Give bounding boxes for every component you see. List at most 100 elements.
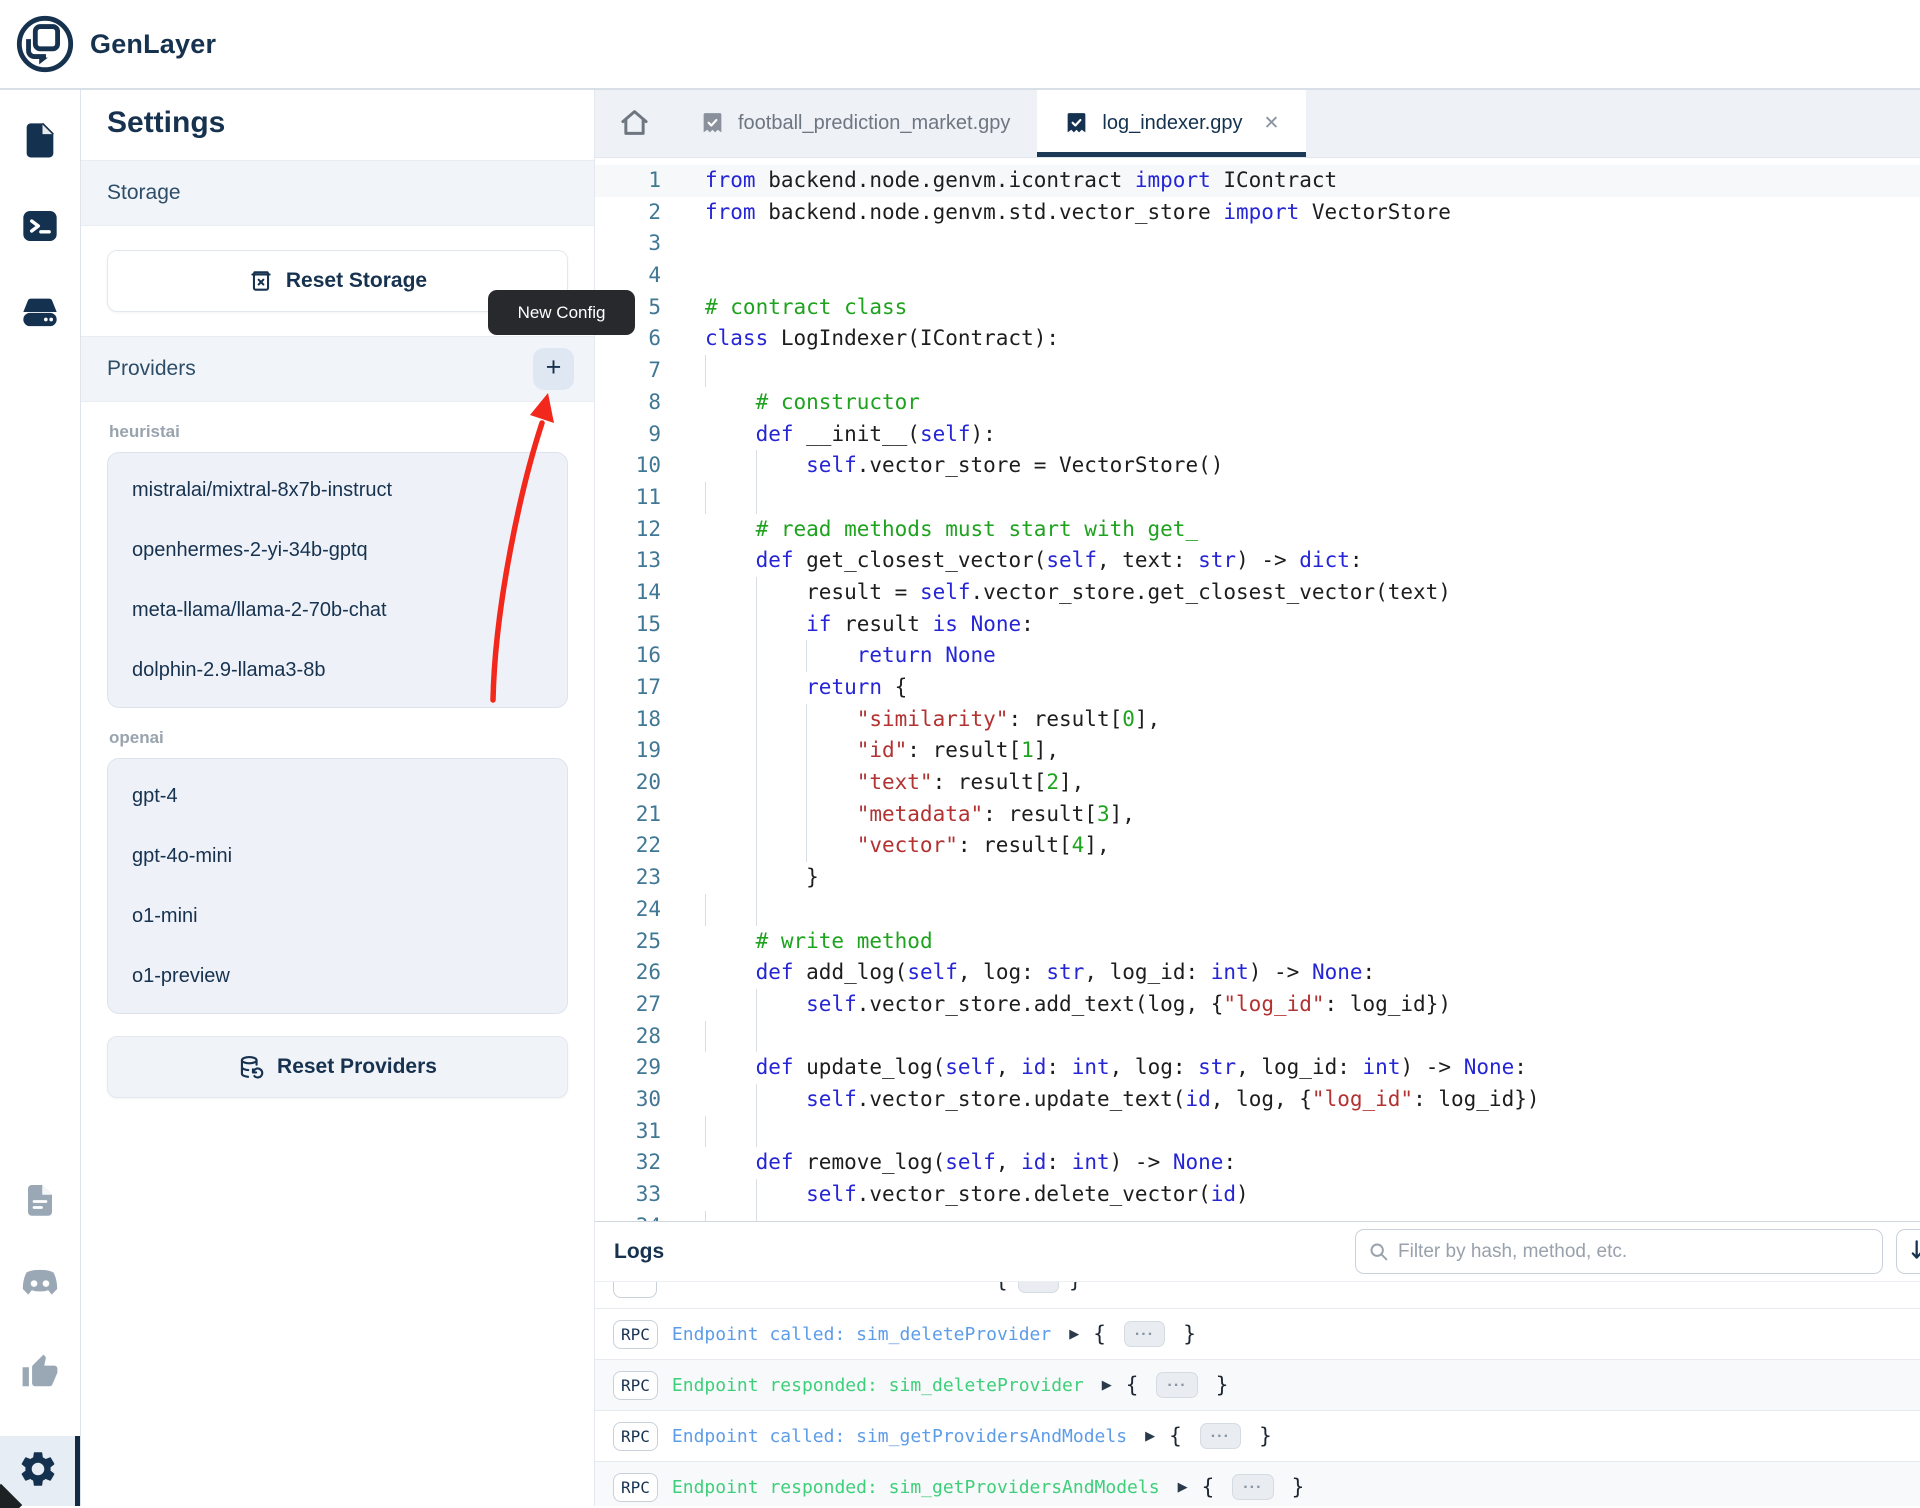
code-line-text: "metadata": result[3], <box>705 799 1135 831</box>
code-line: 3 <box>595 228 1920 260</box>
code-line-text: "text": result[2], <box>705 767 1084 799</box>
reset-providers-button[interactable]: Reset Providers <box>107 1036 568 1098</box>
code-line-text: # read methods must start with get_ <box>705 514 1198 546</box>
code-editor[interactable]: 1from backend.node.genvm.icontract impor… <box>595 158 1920 1221</box>
line-number: 10 <box>595 450 661 482</box>
code-line: 15 if result is None: <box>595 609 1920 641</box>
expand-triangle-icon[interactable]: ▶ <box>1069 1326 1079 1342</box>
code-line: 11 <box>595 482 1920 514</box>
code-line-text: self.vector_store = VectorStore() <box>705 450 1223 482</box>
rpc-badge: RPC <box>613 1371 658 1400</box>
reset-storage-label: Reset Storage <box>286 269 427 293</box>
storage-section-header: Storage <box>81 160 594 226</box>
logs-filter <box>1355 1229 1883 1274</box>
line-number: 20 <box>595 767 661 799</box>
expand-triangle-icon[interactable]: ▶ <box>1145 1428 1155 1444</box>
line-number: 21 <box>595 799 661 831</box>
tab-bar: football_prediction_market.gpy log_index… <box>595 90 1920 158</box>
model-item[interactable]: gpt-4 <box>108 766 567 826</box>
terminal-icon <box>19 206 61 249</box>
code-line-text: "vector": result[4], <box>705 830 1110 862</box>
line-number: 27 <box>595 989 661 1021</box>
expand-ellipsis-pill[interactable]: ... <box>1232 1474 1273 1500</box>
provider-group-card-openai: gpt-4gpt-4o-minio1-minio1-preview <box>107 758 568 1014</box>
line-number: 15 <box>595 609 661 641</box>
line-number: 25 <box>595 926 661 958</box>
page-title: Settings <box>107 106 568 140</box>
tab-log-indexer[interactable]: log_indexer.gpy ✕ <box>1037 90 1306 157</box>
database-reset-icon <box>238 1054 265 1081</box>
code-line: 28 <box>595 1021 1920 1053</box>
rpc-badge: RPC <box>613 1320 658 1349</box>
code-line-text: def get_closest_vector(self, text: str) … <box>705 545 1363 577</box>
line-number: 1 <box>595 165 661 197</box>
model-item[interactable]: dolphin-2.9-llama3-8b <box>108 640 567 700</box>
line-number: 28 <box>595 1021 661 1053</box>
rpc-badge: RPC <box>613 1422 658 1451</box>
expand-triangle-icon[interactable]: ▶ <box>1178 1479 1188 1495</box>
code-line-text: # write method <box>705 926 933 958</box>
model-item[interactable]: mistralai/mixtral-8x7b-instruct <box>108 460 567 520</box>
model-item[interactable]: o1-mini <box>108 886 567 946</box>
thumbs-up-icon <box>21 1353 59 1394</box>
add-provider-button[interactable]: + <box>533 348 574 390</box>
line-number: 3 <box>595 228 661 260</box>
model-item[interactable]: openhermes-2-yi-34b-gptq <box>108 520 567 580</box>
terminal-nav-button[interactable] <box>17 204 63 250</box>
brace-open: { <box>1169 1424 1182 1448</box>
model-item[interactable]: meta-llama/llama-2-70b-chat <box>108 580 567 640</box>
log-row[interactable]: RPCEndpoint responded: sim_getProvidersA… <box>595 1462 1920 1506</box>
expand-ellipsis-pill[interactable]: ... <box>1124 1321 1165 1347</box>
expand-ellipsis-pill[interactable]: ... <box>1156 1372 1197 1398</box>
brace-close: } <box>1292 1475 1305 1499</box>
line-number: 32 <box>595 1147 661 1179</box>
files-nav-button[interactable] <box>17 118 63 164</box>
code-line: 24 <box>595 894 1920 926</box>
code-line: 30 self.vector_store.update_text(id, log… <box>595 1084 1920 1116</box>
model-item[interactable]: o1-preview <box>108 946 567 1006</box>
code-line: 7 <box>595 355 1920 387</box>
expand-triangle-icon[interactable]: ▶ <box>1102 1377 1112 1393</box>
brace-close: } <box>1183 1322 1196 1346</box>
tab-football-prediction-market[interactable]: football_prediction_market.gpy <box>673 90 1037 157</box>
log-row[interactable]: RPC Endpoint called: sim_getProvidersAndM… <box>595 1411 1920 1462</box>
close-tab-icon[interactable]: ✕ <box>1264 112 1280 135</box>
code-line: 21 "metadata": result[3], <box>595 799 1920 831</box>
editor-column: football_prediction_market.gpy log_index… <box>595 90 1920 1506</box>
settings-panel: Settings Storage Reset Storage Providers… <box>81 90 595 1506</box>
code-line-text: class LogIndexer(IContract): <box>705 323 1059 355</box>
sort-logs-button[interactable] <box>1896 1229 1920 1274</box>
code-line: 22 "vector": result[4], <box>595 830 1920 862</box>
code-line-text: } <box>705 862 819 894</box>
discord-nav-button[interactable] <box>17 1264 63 1310</box>
code-line: 27 self.vector_store.add_text(log, {"log… <box>595 989 1920 1021</box>
line-number: 24 <box>595 894 661 926</box>
line-number: 17 <box>595 672 661 704</box>
code-line: 26 def add_log(self, log: str, log_id: i… <box>595 957 1920 989</box>
sort-arrows-icon <box>1908 1237 1920 1266</box>
model-item[interactable]: gpt-4o-mini <box>108 826 567 886</box>
log-row[interactable]: RPCEndpoint called: sim_deleteProvider▶{… <box>595 1309 1920 1360</box>
log-message: Endpoint called: sim_deleteProvider <box>672 1324 1051 1345</box>
logs-filter-input[interactable] <box>1398 1241 1870 1263</box>
code-line-text: "similarity": result[0], <box>705 704 1160 736</box>
log-row[interactable]: RPCEndpoint responded: sim_deleteProvide… <box>595 1360 1920 1411</box>
reset-providers-label: Reset Providers <box>277 1055 437 1079</box>
line-number: 11 <box>595 482 661 514</box>
line-number: 8 <box>595 387 661 419</box>
trash-box-icon <box>248 268 274 294</box>
storage-nav-button[interactable] <box>17 290 63 336</box>
tab-label: football_prediction_market.gpy <box>738 112 1010 135</box>
expand-ellipsis-pill[interactable]: ... <box>1018 1282 1059 1293</box>
feedback-nav-button[interactable] <box>17 1350 63 1396</box>
code-line: 4 <box>595 260 1920 292</box>
line-number: 13 <box>595 545 661 577</box>
log-message: Endpoint called: sim_getProvidersAndMode… <box>672 1426 1127 1447</box>
docs-nav-button[interactable] <box>17 1178 63 1224</box>
expand-ellipsis-pill[interactable]: ... <box>1200 1423 1241 1449</box>
provider-groups: heuristaimistralai/mixtral-8x7b-instruct… <box>81 422 594 1014</box>
log-row-partial: { ... } <box>595 1282 1920 1309</box>
code-line-text: return { <box>705 672 907 704</box>
home-button[interactable] <box>595 90 673 157</box>
line-number: 4 <box>595 260 661 292</box>
